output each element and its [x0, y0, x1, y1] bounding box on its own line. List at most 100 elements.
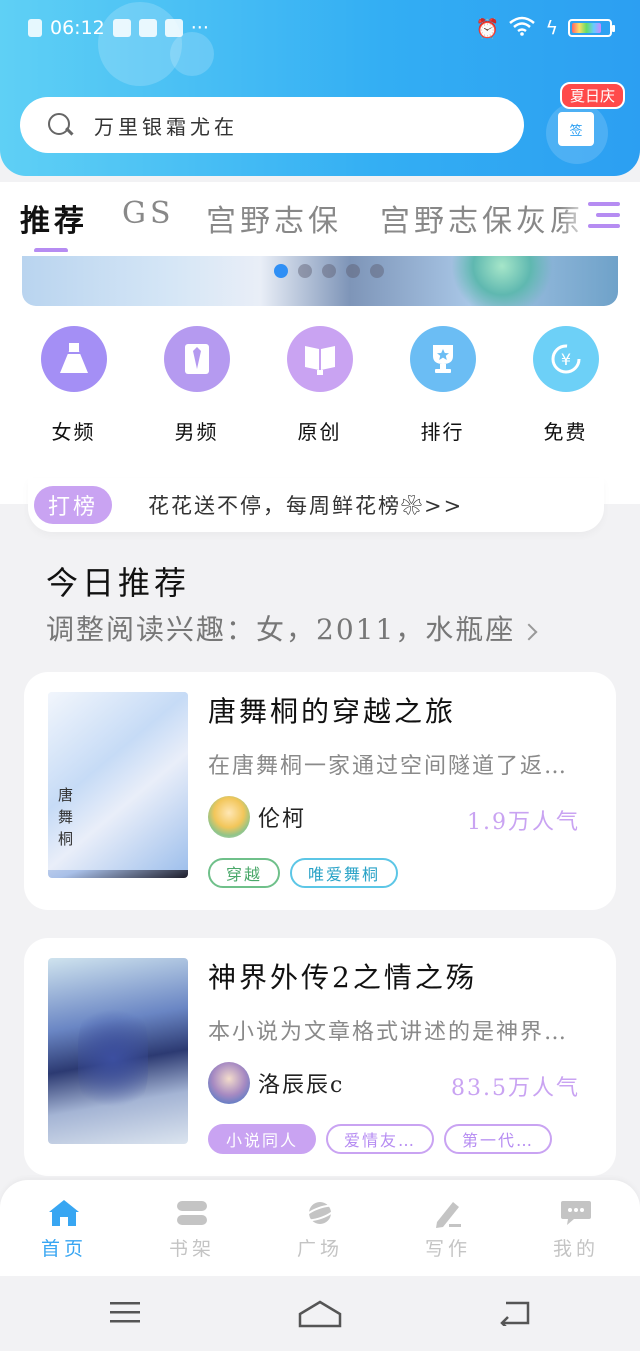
pen-icon	[431, 1198, 465, 1228]
charging-icon: ϟ	[545, 17, 558, 39]
nav-label: 书架	[168, 1238, 215, 1260]
author-info[interactable]: 伦柯	[208, 796, 306, 838]
cover-title: 唐舞桐	[58, 786, 74, 848]
tag-chip[interactable]: 穿越	[208, 858, 281, 888]
tab-miyano-shiho[interactable]: 宫野志保	[206, 196, 342, 240]
checkin-label: 签	[569, 123, 583, 139]
wifi-icon	[509, 16, 536, 41]
system-navigation-bar	[0, 1276, 640, 1351]
nav-label: 广场	[296, 1238, 343, 1260]
section-title: 今日推荐	[46, 564, 191, 602]
shirt-tie-icon	[163, 326, 230, 392]
bookshelf-icon	[175, 1198, 209, 1228]
banner-carousel[interactable]	[22, 256, 618, 306]
category-female[interactable]: 女频	[12, 326, 135, 445]
message-icon	[164, 19, 183, 37]
tag-chip[interactable]: 唯爱舞桐	[290, 858, 399, 888]
search-placeholder: 万里银霜尤在	[94, 114, 238, 139]
app-icon	[138, 19, 157, 37]
notice-message: 花花送不停，每周鲜花榜❀>>	[148, 494, 464, 518]
banner-illustration	[442, 256, 562, 306]
trophy-icon	[409, 326, 476, 392]
book-card[interactable]: 唐舞桐 唐舞桐的穿越之旅 在唐舞桐一家通过空间隧道了返… 伦柯 1.9万人气 穿…	[24, 672, 616, 910]
carousel-dot	[370, 264, 384, 278]
nav-home[interactable]: 首页	[0, 1180, 128, 1276]
popularity: 83.5万人气	[451, 1076, 580, 1101]
ranking-tag: 打榜	[34, 486, 113, 524]
tab-gs[interactable]: GS	[122, 196, 175, 231]
checkin-button[interactable]: 夏日庆 签	[546, 82, 626, 166]
category-label: 女频	[51, 420, 96, 444]
book-title: 神界外传2之情之殇	[208, 961, 477, 994]
carousel-dot	[346, 264, 360, 278]
nav-square[interactable]: 广场	[256, 1180, 384, 1276]
reading-interest-link[interactable]: 调整阅读兴趣：女，2011，水瓶座	[46, 608, 538, 648]
nav-label: 我的	[552, 1238, 599, 1260]
bottom-navigation: 首页 书架 广场 写作 我的	[0, 1180, 640, 1276]
home-icon	[47, 1198, 81, 1228]
tag-list: 小说同人 爱情友… 第一代…	[208, 1124, 553, 1154]
search-icon	[46, 111, 74, 139]
dress-icon	[40, 326, 107, 392]
popularity: 1.9万人气	[467, 810, 580, 835]
category-label: 男频	[174, 420, 219, 444]
book-cover: 唐舞桐	[48, 692, 188, 878]
tag-chip[interactable]: 第一代…	[444, 1124, 553, 1154]
battery-icon	[568, 19, 615, 37]
carousel-dots	[274, 264, 384, 278]
nav-write[interactable]: 写作	[384, 1180, 512, 1276]
alarm-icon: ⏰	[475, 17, 500, 40]
carousel-dot	[298, 264, 312, 278]
category-original[interactable]: 原创	[258, 326, 381, 445]
search-bar[interactable]: 万里银霜尤在	[20, 97, 524, 153]
tag-chip[interactable]: 爱情友…	[326, 1124, 435, 1154]
summer-event-badge: 夏日庆	[560, 82, 626, 109]
author-info[interactable]: 洛辰辰c	[208, 1062, 344, 1104]
category-male[interactable]: 男频	[135, 326, 258, 445]
category-ranking[interactable]: 排行	[381, 326, 504, 445]
book-cover	[48, 958, 188, 1144]
carousel-dot-active	[274, 264, 288, 278]
back-icon[interactable]	[500, 1300, 530, 1330]
author-name: 洛辰辰c	[258, 1073, 345, 1098]
nav-me[interactable]: 我的	[512, 1180, 640, 1276]
top-content: 女频 男频 原创 排行 ¥ 免费	[0, 252, 640, 504]
more-notifications-icon: ···	[190, 17, 209, 39]
status-bar: 06:12 ··· ⏰ ϟ	[28, 14, 615, 42]
menu-icon[interactable]	[110, 1300, 140, 1328]
reading-interest-text: 调整阅读兴趣：女，2011，水瓶座	[46, 613, 516, 646]
carousel-dot	[322, 264, 336, 278]
book-description: 本小说为文章格式讲述的是神界…	[208, 1020, 569, 1045]
tab-bar: 推荐 GS 宫野志保 宫野志保灰原	[0, 182, 640, 253]
home-button-icon[interactable]	[298, 1300, 342, 1332]
nav-label: 首页	[40, 1238, 87, 1260]
planet-icon	[303, 1198, 337, 1228]
header: 06:12 ··· ⏰ ϟ 万里银霜尤在 夏日庆 签	[0, 0, 640, 176]
book-title: 唐舞桐的穿越之旅	[208, 695, 457, 728]
nav-label: 写作	[424, 1238, 471, 1260]
book-icon	[286, 326, 353, 392]
flower-ranking-notice[interactable]: 打榜 花花送不停，每周鲜花榜❀>>	[28, 478, 604, 532]
status-time: 06:12	[50, 17, 105, 39]
category-row: 女频 男频 原创 排行 ¥ 免费	[0, 326, 640, 445]
svg-text:¥: ¥	[560, 350, 570, 369]
category-free[interactable]: ¥ 免费	[504, 326, 627, 445]
chat-bubble-icon	[559, 1198, 593, 1228]
category-label: 免费	[543, 420, 588, 444]
tab-recommend[interactable]: 推荐	[20, 196, 88, 240]
mail-icon	[112, 19, 131, 37]
category-label: 排行	[420, 420, 465, 444]
chevron-right-icon	[520, 623, 538, 640]
yen-icon: ¥	[532, 326, 599, 392]
category-label: 原创	[297, 420, 342, 444]
tag-chip[interactable]: 小说同人	[208, 1124, 317, 1154]
book-card[interactable]: 神界外传2之情之殇 本小说为文章格式讲述的是神界… 洛辰辰c 83.5万人气 小…	[24, 938, 616, 1176]
book-description: 在唐舞桐一家通过空间隧道了返…	[208, 754, 569, 779]
tag-list: 穿越 唯爱舞桐	[208, 858, 399, 888]
tab-menu-icon[interactable]	[588, 202, 620, 230]
avatar	[208, 1062, 250, 1104]
avatar	[208, 796, 250, 838]
author-name: 伦柯	[258, 807, 307, 832]
nav-bookshelf[interactable]: 书架	[128, 1180, 256, 1276]
tab-miyano-shiho-haibara[interactable]: 宫野志保灰原	[380, 196, 584, 240]
